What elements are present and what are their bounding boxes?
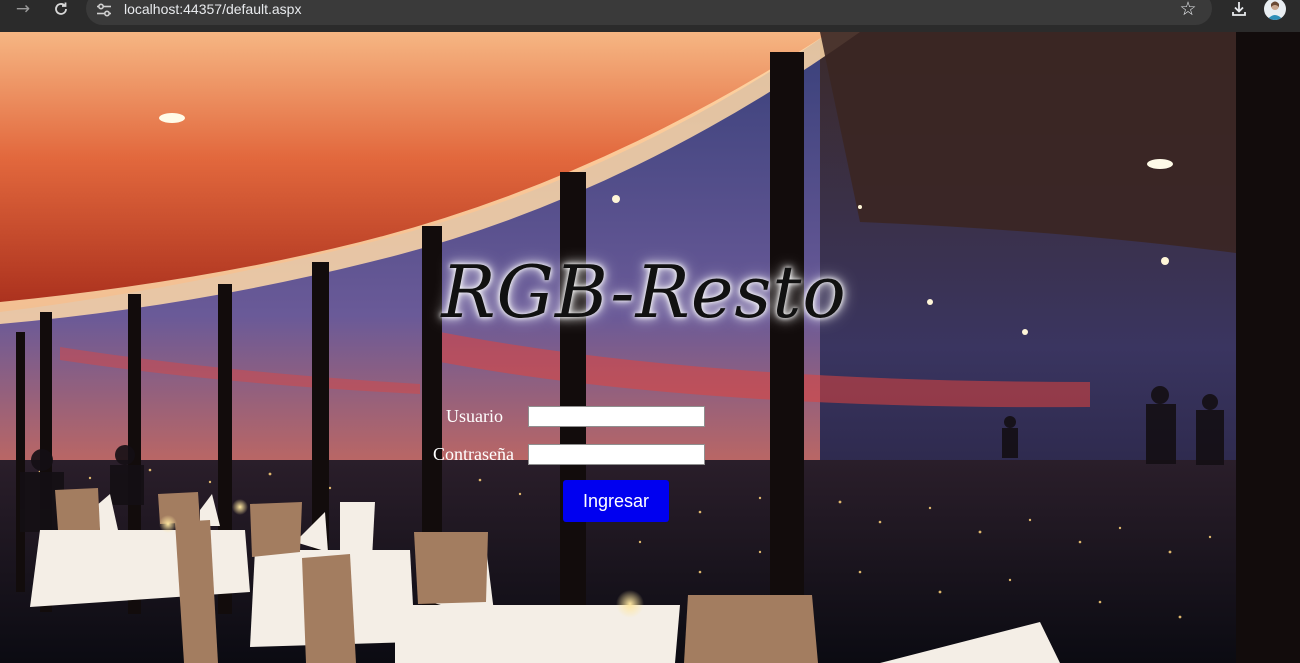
submit-button[interactable]: Ingresar [563,480,669,522]
username-input[interactable] [528,406,705,427]
login-page: RGB-Resto Usuario Contraseña Ingresar [0,32,1300,663]
download-glyph [1232,2,1246,16]
username-label: Usuario [446,406,503,426]
address-bar[interactable]: localhost:44357/default.aspx ☆ [86,0,1212,25]
profile-avatar[interactable] [1264,0,1286,20]
avatar-image [1267,1,1283,20]
url-text[interactable]: localhost:44357/default.aspx [124,1,301,17]
reload-glyph [55,2,67,15]
bookmark-star-icon[interactable]: ☆ [1178,0,1198,19]
password-label: Contraseña [433,444,514,464]
site-settings-icon[interactable] [94,0,114,20]
forward-arrow-icon[interactable]: → [12,0,34,18]
browser-toolbar: → localhost:44357/default.aspx ☆ [0,0,1300,32]
login-form: Usuario Contraseña Ingresar [0,32,1300,663]
password-input[interactable] [528,444,705,465]
tune-glyph [97,3,111,17]
download-icon[interactable] [1228,0,1250,18]
reload-icon[interactable] [50,0,72,18]
